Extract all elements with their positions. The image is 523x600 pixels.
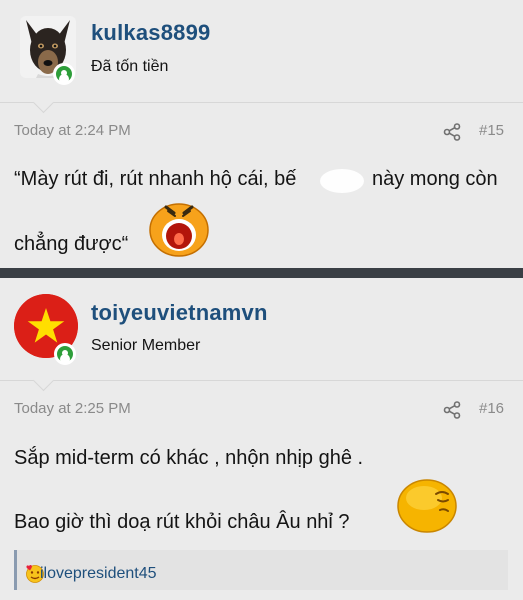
angry-shouting-emoji bbox=[149, 203, 209, 257]
reaction-username[interactable]: ilovepresident45 bbox=[40, 565, 157, 583]
post-text-line: “Mày rút đi, rút nhanh hộ cái, bế bbox=[14, 168, 297, 190]
post-user-header: toiyeuvietnamvn Senior Member bbox=[0, 278, 523, 381]
post-15: kulkas8899 Đã tốn tiền Today at 2:24 PM … bbox=[0, 0, 523, 268]
post-user-header: kulkas8899 Đã tốn tiền bbox=[0, 0, 523, 103]
post-16: toiyeuvietnamvn Senior Member Today at 2… bbox=[0, 278, 523, 600]
post-timestamp[interactable]: Today at 2:25 PM bbox=[14, 400, 131, 417]
sleepy-emoji bbox=[397, 479, 457, 533]
user-title: Senior Member bbox=[91, 337, 201, 354]
blur-smudge bbox=[318, 166, 366, 196]
post-meta: Today at 2:24 PM #15 bbox=[0, 103, 523, 151]
post-number[interactable]: #15 bbox=[479, 122, 504, 139]
share-icon[interactable] bbox=[443, 123, 461, 141]
username[interactable]: toiyeuvietnamvn bbox=[91, 300, 268, 326]
post-divider bbox=[0, 268, 523, 278]
post-text-line: Bao giờ thì doạ rút khỏi châu Âu nhỉ ? bbox=[14, 511, 350, 533]
post-text-line: Sắp mid-term có khác , nhộn nhịp ghê . bbox=[14, 447, 364, 469]
post-text-line: này mong còn bbox=[372, 168, 498, 190]
online-status-icon bbox=[54, 343, 76, 365]
post-meta: Today at 2:25 PM #16 bbox=[0, 381, 523, 429]
user-title: Đã tốn tiền bbox=[91, 58, 169, 75]
username[interactable]: kulkas8899 bbox=[91, 20, 210, 46]
online-status-icon bbox=[53, 63, 75, 85]
share-icon[interactable] bbox=[443, 401, 461, 419]
post-text-line: chẳng được“ bbox=[14, 233, 129, 255]
post-timestamp[interactable]: Today at 2:24 PM bbox=[14, 122, 131, 139]
post-number[interactable]: #16 bbox=[479, 400, 504, 417]
